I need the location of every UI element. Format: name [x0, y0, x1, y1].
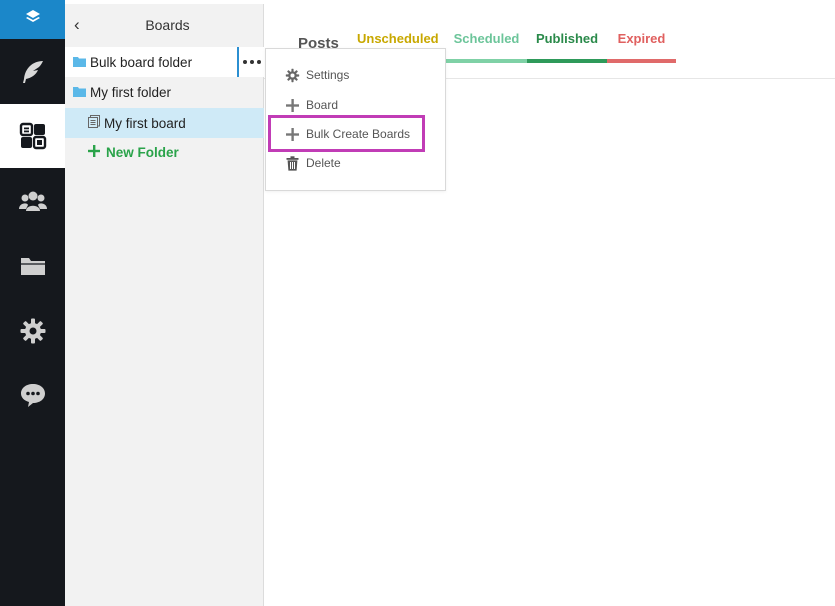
app-logo[interactable] — [0, 0, 65, 39]
folder-icon — [73, 55, 86, 70]
plus-icon — [88, 144, 100, 160]
boards-panel: ‹ Boards Bulk board folder My first fold… — [65, 4, 265, 606]
highlight-annotation — [268, 115, 425, 152]
new-folder-button[interactable]: New Folder — [65, 137, 264, 167]
menu-item-settings[interactable]: Settings — [266, 62, 447, 88]
rail-item-compose[interactable] — [0, 40, 65, 104]
tree-folder-my-first[interactable]: My first folder — [65, 77, 264, 107]
panel-title: Boards — [145, 17, 190, 33]
chat-icon — [19, 381, 47, 409]
tab-label: Expired — [617, 31, 666, 46]
team-icon — [18, 189, 47, 213]
tab-underline — [527, 59, 607, 63]
tab-label: Published — [535, 31, 599, 46]
more-dot-icon — [250, 60, 254, 64]
more-dot-icon — [257, 60, 261, 64]
boards-panel-header: ‹ Boards — [65, 4, 264, 45]
rail-item-chat[interactable] — [0, 363, 65, 427]
menu-item-label: Settings — [306, 68, 350, 82]
trash-icon — [284, 155, 300, 171]
folder-icon — [73, 85, 86, 100]
board-document-icon — [88, 115, 100, 131]
menu-item-label: Board — [306, 98, 339, 112]
tab-label: Unscheduled — [357, 31, 439, 46]
tab-underline — [446, 59, 527, 63]
new-folder-label: New Folder — [106, 144, 179, 160]
tree-board-my-first[interactable]: My first board — [65, 108, 264, 138]
menu-item-label: Delete — [306, 156, 341, 170]
rail-item-library[interactable] — [0, 234, 65, 298]
tree-folder-bulk-board[interactable]: Bulk board folder — [65, 47, 265, 77]
tree-item-label: Bulk board folder — [90, 54, 193, 70]
app-rail — [0, 0, 65, 606]
tree-item-label: My first board — [104, 115, 186, 131]
tab-underline — [607, 59, 676, 63]
boards-icon — [19, 122, 47, 150]
tab-scheduled[interactable]: Scheduled — [446, 31, 527, 63]
tab-expired[interactable]: Expired — [607, 31, 676, 63]
gear-icon — [284, 67, 300, 83]
tab-published[interactable]: Published — [527, 31, 607, 63]
tab-label: Scheduled — [453, 31, 520, 46]
rail-item-team[interactable] — [0, 169, 65, 233]
tree-item-label: My first folder — [90, 84, 172, 100]
layers-icon — [24, 8, 42, 31]
settings-gear-icon — [19, 317, 47, 345]
menu-item-delete[interactable]: Delete — [266, 150, 447, 176]
rail-item-settings[interactable] — [0, 299, 65, 363]
more-options-button[interactable] — [237, 47, 265, 77]
feather-icon — [19, 58, 47, 86]
folder-icon — [19, 254, 47, 278]
rail-item-boards[interactable] — [0, 104, 65, 168]
plus-icon — [284, 97, 300, 113]
more-dot-icon — [243, 60, 247, 64]
